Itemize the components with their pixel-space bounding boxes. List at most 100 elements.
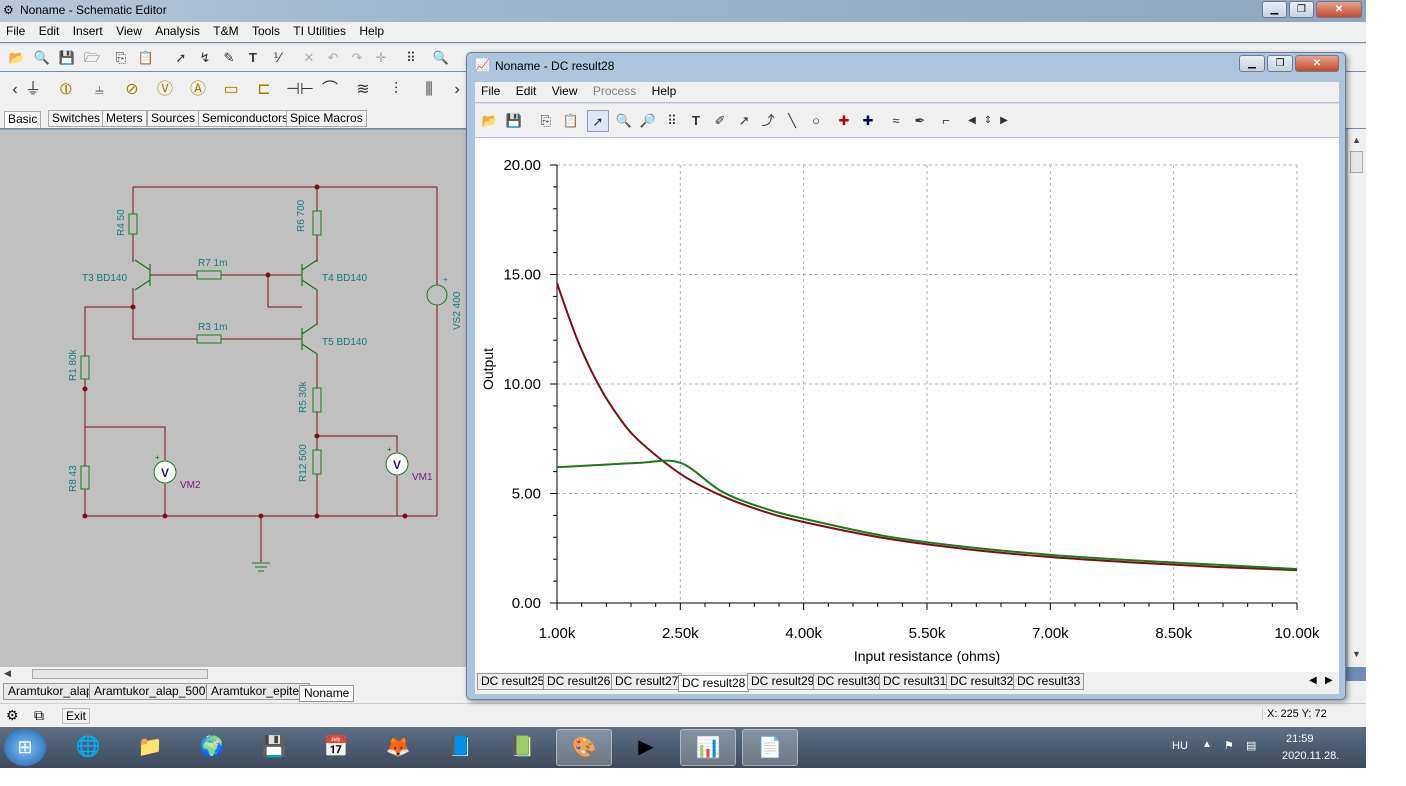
tab-spice-macros[interactable]: Spice Macros (286, 110, 367, 127)
tab-switches[interactable]: Switches (48, 110, 105, 127)
tab-semiconductors[interactable]: Semiconductors (198, 110, 293, 127)
tray-expand-icon[interactable]: ▲ (1202, 739, 1212, 750)
result-maximize-button[interactable]: ❐ (1267, 55, 1293, 72)
scroll-down-icon[interactable]: ▼ (1352, 649, 1361, 659)
maximize-button[interactable]: ❐ (1289, 1, 1314, 18)
flag-icon[interactable]: ⚑ (1224, 739, 1234, 752)
menu-ti-utilities[interactable]: TI Utilities (289, 22, 350, 40)
result-zoom-100-icon[interactable]: 🔎 (637, 110, 659, 132)
result-curves-icon[interactable]: ≈ (885, 110, 907, 132)
result-step-icon[interactable]: ⌐ (935, 110, 957, 132)
dc-source-icon[interactable]: ⦶ (55, 79, 77, 101)
result-tab-28[interactable]: DC result28 (678, 675, 750, 692)
start-button[interactable]: ⊞ (4, 729, 46, 766)
transformer-icon[interactable]: ⫶ (385, 79, 407, 101)
minimize-button[interactable]: ▁ (1262, 1, 1287, 18)
result-grid-icon[interactable]: ⠿ (661, 110, 683, 132)
close-button[interactable]: ✕ (1316, 1, 1362, 18)
clock-date[interactable]: 2020.11.28. (1282, 750, 1339, 762)
result-zoom-in-icon[interactable]: 🔍 (613, 110, 635, 132)
redo-icon[interactable]: ↷ (346, 47, 368, 69)
text-icon[interactable]: T (242, 47, 264, 69)
result-tab-29[interactable]: DC result29 (747, 673, 819, 690)
scroll-left-icon[interactable]: ◀ (4, 668, 11, 679)
clock-time[interactable]: 21:59 (1286, 733, 1314, 745)
paint-icon[interactable]: 🎨 (556, 729, 612, 766)
tab-meters[interactable]: Meters (102, 110, 147, 127)
tab-basic[interactable]: Basic (4, 111, 42, 128)
result-menu-view[interactable]: View (546, 82, 584, 100)
result-open-icon[interactable]: 📂 (479, 110, 501, 132)
settings-icon[interactable]: ⚙ (6, 707, 19, 724)
capacitor-icon[interactable]: ⊣⊢ (286, 79, 314, 101)
language-indicator[interactable]: HU (1172, 740, 1188, 752)
label-icon[interactable]: ⅟ (266, 47, 288, 69)
doc-tab-aramtukor-alap-500v[interactable]: Aramtukor_alap_500V (89, 683, 219, 700)
result-minimize-button[interactable]: ▁ (1239, 55, 1265, 72)
voltmeter-icon[interactable]: Ⓥ (154, 79, 176, 101)
search-icon[interactable]: 🔍 (31, 47, 53, 69)
result-close-button[interactable]: ✕ (1295, 55, 1339, 72)
menu-tools[interactable]: Tools (248, 22, 284, 40)
doc-tab-aramtukor-epites[interactable]: Aramtukor_epites (206, 683, 311, 700)
result-line-icon[interactable]: ╲ (781, 110, 803, 132)
result-save-icon[interactable]: 💾 (503, 110, 525, 132)
menu-help[interactable]: Help (355, 22, 388, 40)
excel-icon[interactable]: 📗 (494, 729, 550, 766)
resistor-icon[interactable]: ▭ (220, 79, 242, 101)
delete-icon[interactable]: ✕ (298, 47, 320, 69)
result-marker-icon[interactable]: ✐ (709, 110, 731, 132)
globe-icon[interactable]: 🌍 (184, 729, 240, 766)
open-folder-icon[interactable]: 🗁 (81, 47, 103, 69)
palette-scroll-right-icon[interactable]: › (446, 79, 468, 101)
save-icon[interactable]: 💾 (56, 47, 78, 69)
menu-view[interactable]: View (112, 22, 146, 40)
scroll-up-icon[interactable]: ▲ (1352, 135, 1361, 145)
crosshair-icon[interactable]: ✛ (370, 47, 392, 69)
ammeter-icon[interactable]: Ⓐ (187, 79, 209, 101)
result-tab-33[interactable]: DC result33 (1013, 673, 1085, 690)
word-icon[interactable]: 📄 (742, 729, 798, 766)
doc-tab-aramtukor-alap[interactable]: Aramtukor_alap (3, 683, 98, 700)
open-icon[interactable]: 📂 (6, 47, 28, 69)
result-menu-edit[interactable]: Edit (510, 82, 543, 100)
media-player-icon[interactable]: ▶ (618, 729, 674, 766)
battery-icon[interactable]: ⫨ (88, 79, 110, 101)
result-menu-file[interactable]: File (475, 82, 506, 100)
horizontal-scrollbar[interactable]: ◀ (0, 667, 470, 681)
notes-app-icon[interactable]: 📘 (432, 729, 488, 766)
zoom-icon[interactable]: 🔍 (430, 47, 452, 69)
paste-icon[interactable]: 📋 (135, 47, 157, 69)
ac-source-icon[interactable]: ⊘ (121, 79, 143, 101)
floppy-app-icon[interactable]: 💾 (246, 729, 302, 766)
result-paste-icon[interactable]: 📋 (560, 110, 582, 132)
copy-icon[interactable]: ⎘ (110, 47, 132, 69)
result-probe-icon[interactable]: ✒ (909, 110, 931, 132)
menu-tm[interactable]: T&M (209, 22, 242, 40)
undo-icon[interactable]: ↶ (322, 47, 344, 69)
file-explorer-icon[interactable]: 📁 (122, 729, 178, 766)
result-tab-31[interactable]: DC result31 (879, 673, 951, 690)
tab-sources[interactable]: Sources (147, 110, 200, 127)
firefox-icon[interactable]: 🦊 (370, 729, 426, 766)
result-tab-26[interactable]: DC result26 (543, 673, 615, 690)
tina-app-icon[interactable]: 📊 (680, 729, 736, 766)
grid-icon[interactable]: ⠿ (400, 47, 422, 69)
plot-area[interactable]: 1.00k 2.50k 4.00k 5.50k 7.00k 8.50k 10.00k 0.00… (475, 138, 1339, 672)
core-inductor-icon[interactable]: ≋ (352, 79, 374, 101)
result-tabs-next-icon[interactable]: ▶ (1325, 675, 1333, 686)
result-arrow-label-icon[interactable]: ↗ (733, 110, 755, 132)
chrome-icon[interactable]: 🌐 (60, 729, 116, 766)
vertical-scroll-thumb[interactable] (1350, 151, 1363, 173)
menu-edit[interactable]: Edit (35, 22, 64, 40)
result-menu-help[interactable]: Help (646, 82, 683, 100)
calendar-app-icon[interactable]: 📅 (308, 729, 364, 766)
result-next-icon[interactable]: ▶ (993, 110, 1015, 132)
ground-icon[interactable]: ⏚ (22, 79, 44, 101)
coupled-transformer-icon[interactable]: ⫼ (418, 79, 440, 101)
result-text-icon[interactable]: T (685, 110, 707, 132)
menu-insert[interactable]: Insert (69, 22, 107, 40)
result-circle-icon[interactable]: ○ (805, 110, 827, 132)
inductor-icon[interactable]: ⌒ (319, 79, 341, 101)
result-cursor-label-icon[interactable]: ⤴ (757, 110, 779, 132)
